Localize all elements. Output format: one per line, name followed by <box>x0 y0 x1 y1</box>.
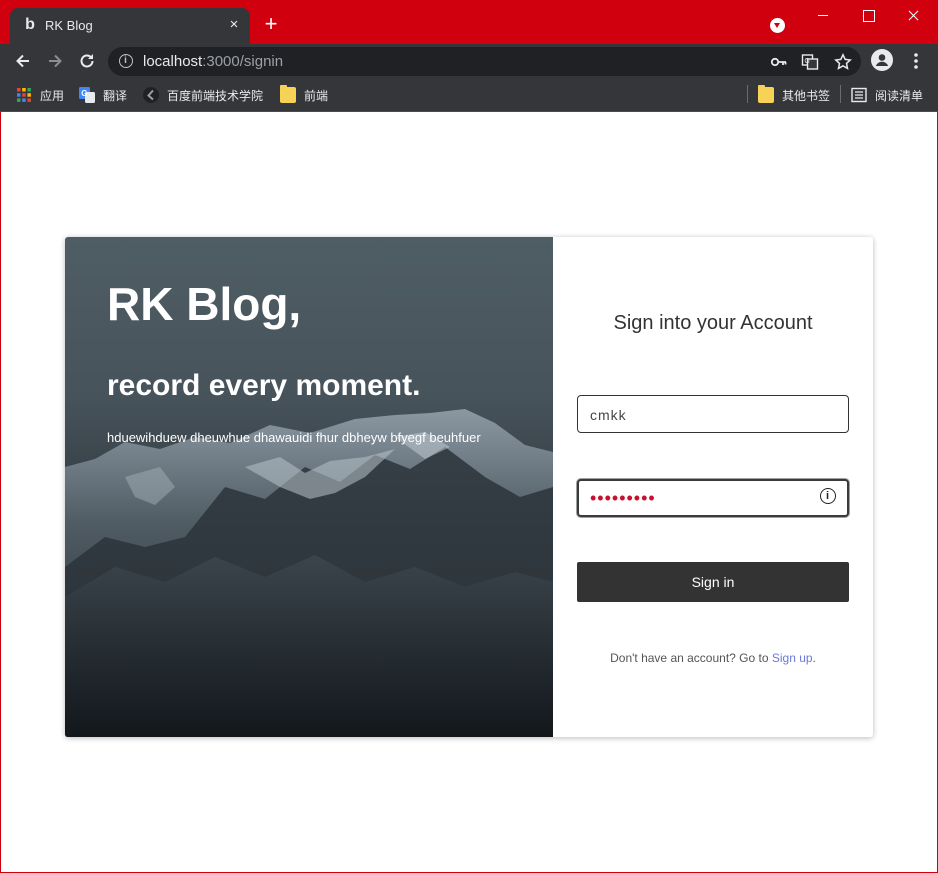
bookmark-translate[interactable]: G 翻译 <box>79 84 127 106</box>
forward-arrow-icon[interactable] <box>45 51 65 71</box>
key-icon[interactable] <box>770 53 788 71</box>
bookmark-label: 应用 <box>40 88 65 103</box>
bookmark-apps[interactable]: 应用 <box>16 84 64 106</box>
minimize-window-button[interactable] <box>800 4 846 26</box>
back-arrow-icon[interactable] <box>13 51 33 71</box>
blog-favicon-icon: b <box>25 16 35 33</box>
profile-avatar-icon[interactable] <box>871 49 893 71</box>
browser-tab[interactable]: b RK Blog × <box>10 8 250 44</box>
bookmark-star-icon[interactable] <box>834 53 852 71</box>
hero-title: RK Blog, <box>107 278 302 330</box>
bookmark-label: 阅读清单 <box>875 88 924 103</box>
bookmarks-bar: 应用 G 翻译 百度前端技术学院 前端 其他书签 阅读清单 <box>0 78 938 112</box>
tab-title: RK Blog <box>45 18 93 33</box>
reading-list-icon <box>851 87 867 103</box>
google-translate-icon: G <box>79 87 95 103</box>
close-window-button[interactable] <box>890 4 936 26</box>
bookmark-baidu-ife[interactable]: 百度前端技术学院 <box>143 84 263 106</box>
form-title: Sign into your Account <box>613 312 813 334</box>
bookmark-folder-frontend[interactable]: 前端 <box>280 84 328 106</box>
bookmarks-separator <box>840 85 841 103</box>
hero-subtitle: record every moment. <box>107 369 421 402</box>
site-info-icon[interactable] <box>119 54 133 68</box>
url-host: localhost <box>143 53 203 70</box>
folder-icon <box>280 85 296 103</box>
bookmark-other-bookmarks[interactable]: 其他书签 <box>758 84 830 106</box>
svg-text:G: G <box>804 58 809 65</box>
more-menu-icon[interactable] <box>908 51 924 71</box>
bookmark-label: 翻译 <box>103 88 128 103</box>
password-value: ••••••••• <box>590 488 656 508</box>
translate-icon[interactable]: G <box>801 53 819 71</box>
bookmark-label: 其他书签 <box>782 88 831 103</box>
signin-card: RK Blog, record every moment. hduewihdue… <box>65 237 873 737</box>
folder-icon <box>758 85 774 103</box>
svg-text:G: G <box>81 89 87 98</box>
signin-form: Sign into your Account cmkk ••••••••• Si… <box>553 237 873 737</box>
username-value: cmkk <box>590 407 627 423</box>
tab-search-dropdown-icon[interactable] <box>770 18 785 33</box>
url-path: :3000/signin <box>202 53 284 70</box>
signup-prefix: Don't have an account? Go to <box>610 651 772 665</box>
bookmark-reading-list[interactable]: 阅读清单 <box>851 84 923 106</box>
signup-suffix: . <box>812 651 816 665</box>
username-field[interactable]: cmkk <box>577 395 849 433</box>
hero-description: hduewihduew dheuwhue dhawauidi fhur dbhe… <box>107 430 481 445</box>
bookmark-label: 百度前端技术学院 <box>167 88 264 103</box>
tab-close-icon[interactable]: × <box>226 17 242 33</box>
bookmark-label: 前端 <box>304 88 329 103</box>
signup-prompt: Don't have an account? Go to Sign up. <box>553 651 873 665</box>
hero-panel: RK Blog, record every moment. hduewihdue… <box>65 237 553 737</box>
browser-toolbar: localhost:3000/signin G <box>0 44 938 78</box>
signin-button[interactable]: Sign in <box>577 562 849 602</box>
maximize-window-button[interactable] <box>845 4 891 26</box>
leaf-icon <box>143 87 159 103</box>
page-viewport: RK Blog, record every moment. hduewihdue… <box>1 112 937 872</box>
password-field[interactable]: ••••••••• <box>577 479 849 517</box>
browser-titlebar: b RK Blog × + <box>0 0 938 44</box>
address-bar[interactable]: localhost:3000/signin G <box>108 47 861 76</box>
apps-grid-icon <box>17 88 31 102</box>
new-tab-button[interactable]: + <box>261 13 281 35</box>
validation-info-icon <box>820 488 836 504</box>
reload-icon[interactable] <box>77 51 97 71</box>
signup-link[interactable]: Sign up <box>772 651 813 665</box>
bookmarks-separator <box>747 85 748 103</box>
url-text[interactable]: localhost:3000/signin <box>143 53 283 70</box>
